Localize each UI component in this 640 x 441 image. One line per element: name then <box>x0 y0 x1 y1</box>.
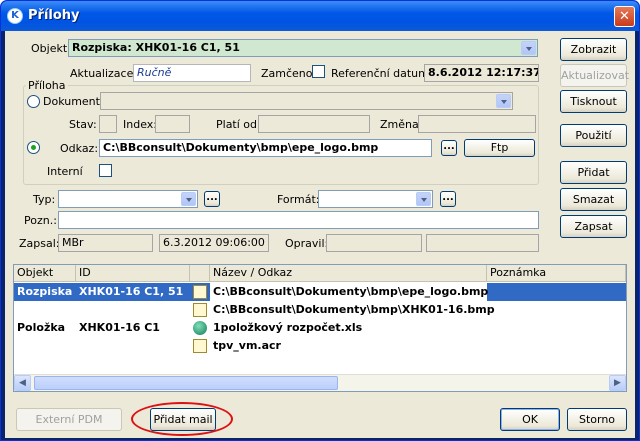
objekt-value: Rozpiska: XHK01-16 C1, 51 <box>72 41 240 54</box>
format-select[interactable] <box>318 190 433 208</box>
smazat-button[interactable]: Smazat <box>560 188 627 211</box>
zmena-field <box>418 115 536 133</box>
pouziti-button[interactable]: Použití <box>560 124 627 147</box>
interni-checkbox[interactable] <box>99 164 112 177</box>
app-icon-letter: K <box>11 10 19 21</box>
ref-datum-field: 8.6.2012 12:17:37 <box>424 64 539 82</box>
cell-objekt: Rozpiska <box>17 285 73 298</box>
cell-id: XHK01-16 C1 <box>79 321 160 334</box>
cell-objekt: Položka <box>17 321 66 334</box>
stav-field <box>99 115 117 133</box>
opravil-user-field <box>326 234 422 252</box>
pozn-label: Pozn.: <box>24 214 57 227</box>
column-header-poznamka[interactable]: Poznámka <box>487 265 626 282</box>
cell-nazev: tpv_vm.acr <box>213 339 281 352</box>
dokument-label: Dokument: <box>43 95 104 108</box>
app-icon: K <box>7 8 23 24</box>
table-row[interactable]: Položka XHK01-16 C1 1položkový rozpočet.… <box>14 319 626 337</box>
highlight-annotation <box>131 402 233 436</box>
horizontal-scrollbar[interactable]: ◀ ▶ <box>14 374 626 391</box>
zapsal-user-field: MBr <box>58 234 153 252</box>
cell-nazev: 1položkový rozpočet.xls <box>213 321 363 334</box>
typ-label: Typ: <box>33 193 56 206</box>
scroll-right-icon[interactable]: ▶ <box>609 375 626 391</box>
document-tree-icon <box>193 285 207 299</box>
opravil-label: Opravil: <box>285 237 329 250</box>
pridat-button[interactable]: Přidat <box>560 161 627 184</box>
zamceno-checkbox[interactable] <box>312 65 325 78</box>
column-header-objekt[interactable]: Objekt <box>14 265 76 282</box>
chevron-down-icon[interactable] <box>416 192 431 206</box>
pozn-input[interactable] <box>58 211 539 229</box>
document-tree-icon <box>193 303 207 317</box>
globe-icon <box>193 321 207 335</box>
dialog-window: K Přílohy ✕ Objekt: Rozpiska: XHK01-16 C… <box>0 0 640 441</box>
tisknout-button[interactable]: Tisknout <box>560 90 627 113</box>
odkaz-label: Odkaz: <box>60 142 99 155</box>
dokument-radio[interactable] <box>27 95 40 108</box>
aktualizace-label: Aktualizace: <box>70 67 138 80</box>
cell-objekt <box>14 301 17 319</box>
cell-nazev: C:\BBconsult\Dokumenty\bmp\epe_logo.bmp <box>210 283 488 301</box>
index-field <box>155 115 190 133</box>
storno-button[interactable]: Storno <box>567 408 627 431</box>
dialog-body: Objekt: Rozpiska: XHK01-16 C1, 51 Aktual… <box>5 31 635 438</box>
zamceno-label: Zamčeno: <box>261 67 317 80</box>
objekt-label: Objekt: <box>31 42 71 55</box>
chevron-down-icon[interactable] <box>181 192 196 206</box>
externi-pdm-button[interactable]: Externí PDM <box>16 408 122 431</box>
cell-id <box>76 301 79 319</box>
plati-od-field <box>258 115 370 133</box>
table-row[interactable]: tpv_vm.acr <box>14 337 626 355</box>
window-title: Přílohy <box>28 8 80 23</box>
odkaz-input[interactable]: C:\BBconsult\Dokumenty\bmp\epe_logo.bmp <box>99 139 432 157</box>
zmena-label: Změna: <box>380 118 423 131</box>
index-label: Index: <box>123 118 157 131</box>
ref-datum-label: Referenční datum: <box>331 67 433 80</box>
plati-od-label: Platí od: <box>216 118 261 131</box>
chevron-down-icon[interactable] <box>496 94 511 108</box>
format-label: Formát: <box>277 193 320 206</box>
format-browse-button[interactable]: ... <box>440 191 456 207</box>
close-button[interactable]: ✕ <box>614 6 635 27</box>
ok-button[interactable]: OK <box>500 408 560 431</box>
ftp-button[interactable]: Ftp <box>464 139 535 157</box>
cell-id: XHK01-16 C1, 51 <box>79 285 184 298</box>
dokument-select[interactable] <box>100 92 513 110</box>
table-row[interactable]: C:\BBconsult\Dokumenty\bmp\XHK01-16.bmp <box>14 301 626 319</box>
interni-label: Interní <box>47 165 83 178</box>
zobrazit-button[interactable]: Zobrazit <box>560 38 627 61</box>
column-header-id[interactable]: ID <box>76 265 190 282</box>
objekt-select[interactable]: Rozpiska: XHK01-16 C1, 51 <box>68 39 538 57</box>
opravil-date-field <box>426 234 539 252</box>
typ-select[interactable] <box>58 190 198 208</box>
typ-browse-button[interactable]: ... <box>204 191 220 207</box>
title-bar[interactable]: K Přílohy ✕ <box>1 1 639 31</box>
table-row[interactable]: Rozpiska XHK01-16 C1, 51 C:\BBconsult\Do… <box>14 283 626 301</box>
column-header-icon[interactable] <box>190 265 210 282</box>
scroll-left-icon[interactable]: ◀ <box>14 375 31 391</box>
cell-objekt <box>14 337 17 355</box>
aktualizace-field[interactable]: Ručně <box>133 64 251 82</box>
zapsal-date-field: 6.3.2012 09:06:00 <box>159 234 269 252</box>
stav-label: Stav: <box>69 118 97 131</box>
attachments-table[interactable]: Objekt ID Název / Odkaz Poznámka Rozpisk… <box>13 264 627 392</box>
cell-id <box>76 337 79 355</box>
document-tree-icon <box>193 339 207 353</box>
column-header-nazev[interactable]: Název / Odkaz <box>210 265 487 282</box>
odkaz-browse-button[interactable]: ... <box>441 140 457 156</box>
aktualizovat-button[interactable]: Aktualizovat <box>560 64 629 87</box>
chevron-down-icon[interactable] <box>521 41 536 55</box>
priloha-group-label: Příloha <box>26 79 68 92</box>
odkaz-radio[interactable] <box>27 141 40 154</box>
cell-nazev: C:\BBconsult\Dokumenty\bmp\XHK01-16.bmp <box>213 303 495 316</box>
scrollbar-thumb[interactable] <box>34 376 338 390</box>
zapsal-label: Zapsal: <box>19 237 60 250</box>
zapsat-button[interactable]: Zapsat <box>560 215 627 238</box>
